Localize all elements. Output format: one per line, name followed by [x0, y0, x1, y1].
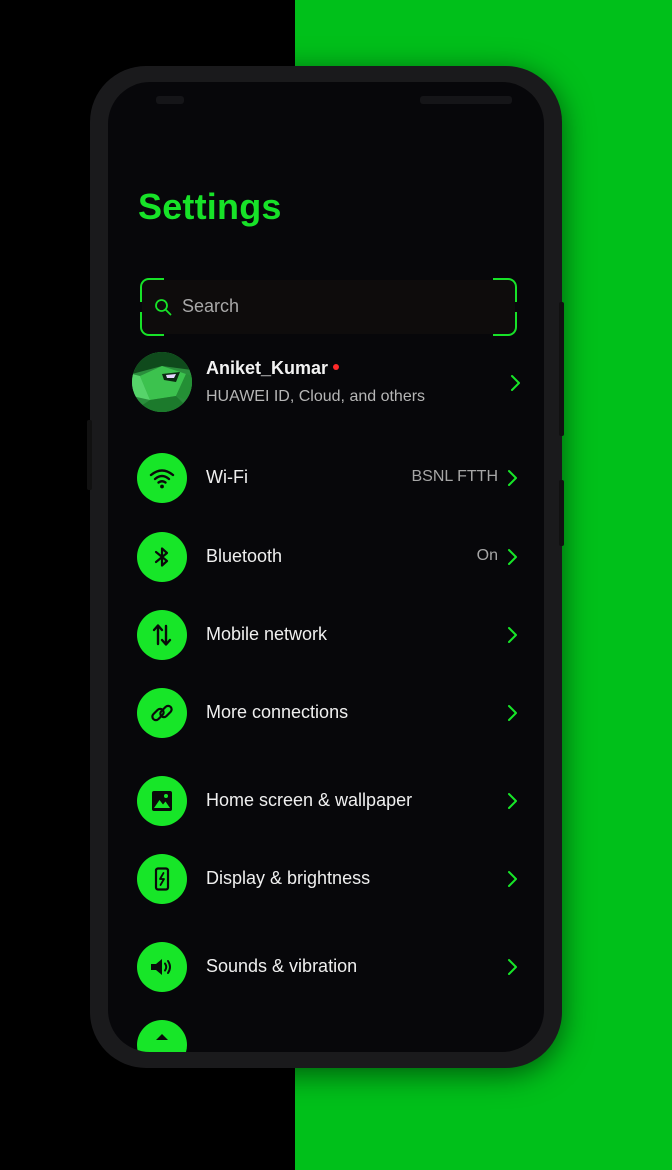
link-icon: [137, 688, 187, 738]
phone-frame: Settings Search Aniket_Kumar HUAWEI ID, …: [87, 66, 564, 1068]
page-title: Settings: [138, 186, 282, 227]
more-connections-label: More connections: [206, 702, 349, 722]
wifi-icon: [137, 453, 187, 503]
search-corner-br: [493, 312, 517, 336]
volume-button: [559, 480, 564, 546]
bluetooth-value: On: [476, 547, 498, 564]
settings-item-wifi[interactable]: Wi-Fi BSNL FTTH: [108, 450, 544, 506]
speaker-icon: [137, 942, 187, 992]
account-row[interactable]: Aniket_Kumar HUAWEI ID, Cloud, and other…: [132, 352, 522, 418]
partial-item-icon: [137, 1020, 187, 1052]
settings-item-home-screen[interactable]: Home screen & wallpaper: [108, 773, 544, 829]
mobile-network-label: Mobile network: [206, 624, 328, 644]
chevron-right-icon: [508, 959, 517, 975]
search-input[interactable]: Search: [182, 296, 239, 317]
settings-item-mobile-network[interactable]: Mobile network: [108, 607, 544, 663]
avatar: [132, 352, 192, 412]
settings-item-next-partial[interactable]: [108, 1017, 544, 1052]
wifi-value: BSNL FTTH: [411, 468, 498, 485]
settings-item-bluetooth[interactable]: Bluetooth On: [108, 529, 544, 585]
chevron-right-icon: [508, 871, 517, 887]
notification-dot: [333, 364, 340, 371]
bluetooth-icon: [137, 532, 187, 582]
chevron-right-icon: [511, 375, 520, 391]
status-bar: [108, 90, 544, 110]
account-name-text: Aniket_Kumar: [206, 358, 329, 378]
settings-screen: Settings Search Aniket_Kumar HUAWEI ID, …: [108, 82, 544, 1052]
wifi-label: Wi-Fi: [206, 467, 248, 487]
power-button: [559, 302, 564, 436]
home-screen-label: Home screen & wallpaper: [206, 790, 413, 810]
settings-item-sounds[interactable]: Sounds & vibration: [108, 939, 544, 995]
account-name: Aniket_Kumar: [206, 358, 340, 379]
settings-item-display[interactable]: Display & brightness: [108, 851, 544, 907]
image-icon: [137, 776, 187, 826]
chevron-right-icon: [508, 470, 517, 486]
bluetooth-label: Bluetooth: [206, 546, 283, 566]
display-icon: [137, 854, 187, 904]
search-corner-tr: [493, 278, 517, 302]
account-subtitle: HUAWEI ID, Cloud, and others: [206, 388, 426, 405]
search-icon: [155, 299, 172, 316]
display-label: Display & brightness: [206, 868, 371, 888]
chevron-right-icon: [508, 793, 517, 809]
side-button-left: [87, 420, 92, 490]
chevron-right-icon: [508, 549, 517, 565]
search-bar[interactable]: Search: [140, 278, 517, 336]
sounds-label: Sounds & vibration: [206, 956, 358, 976]
chevron-right-icon: [508, 627, 517, 643]
chevron-right-icon: [508, 705, 517, 721]
mobile-data-icon: [137, 610, 187, 660]
settings-item-more-connections[interactable]: More connections: [108, 685, 544, 741]
